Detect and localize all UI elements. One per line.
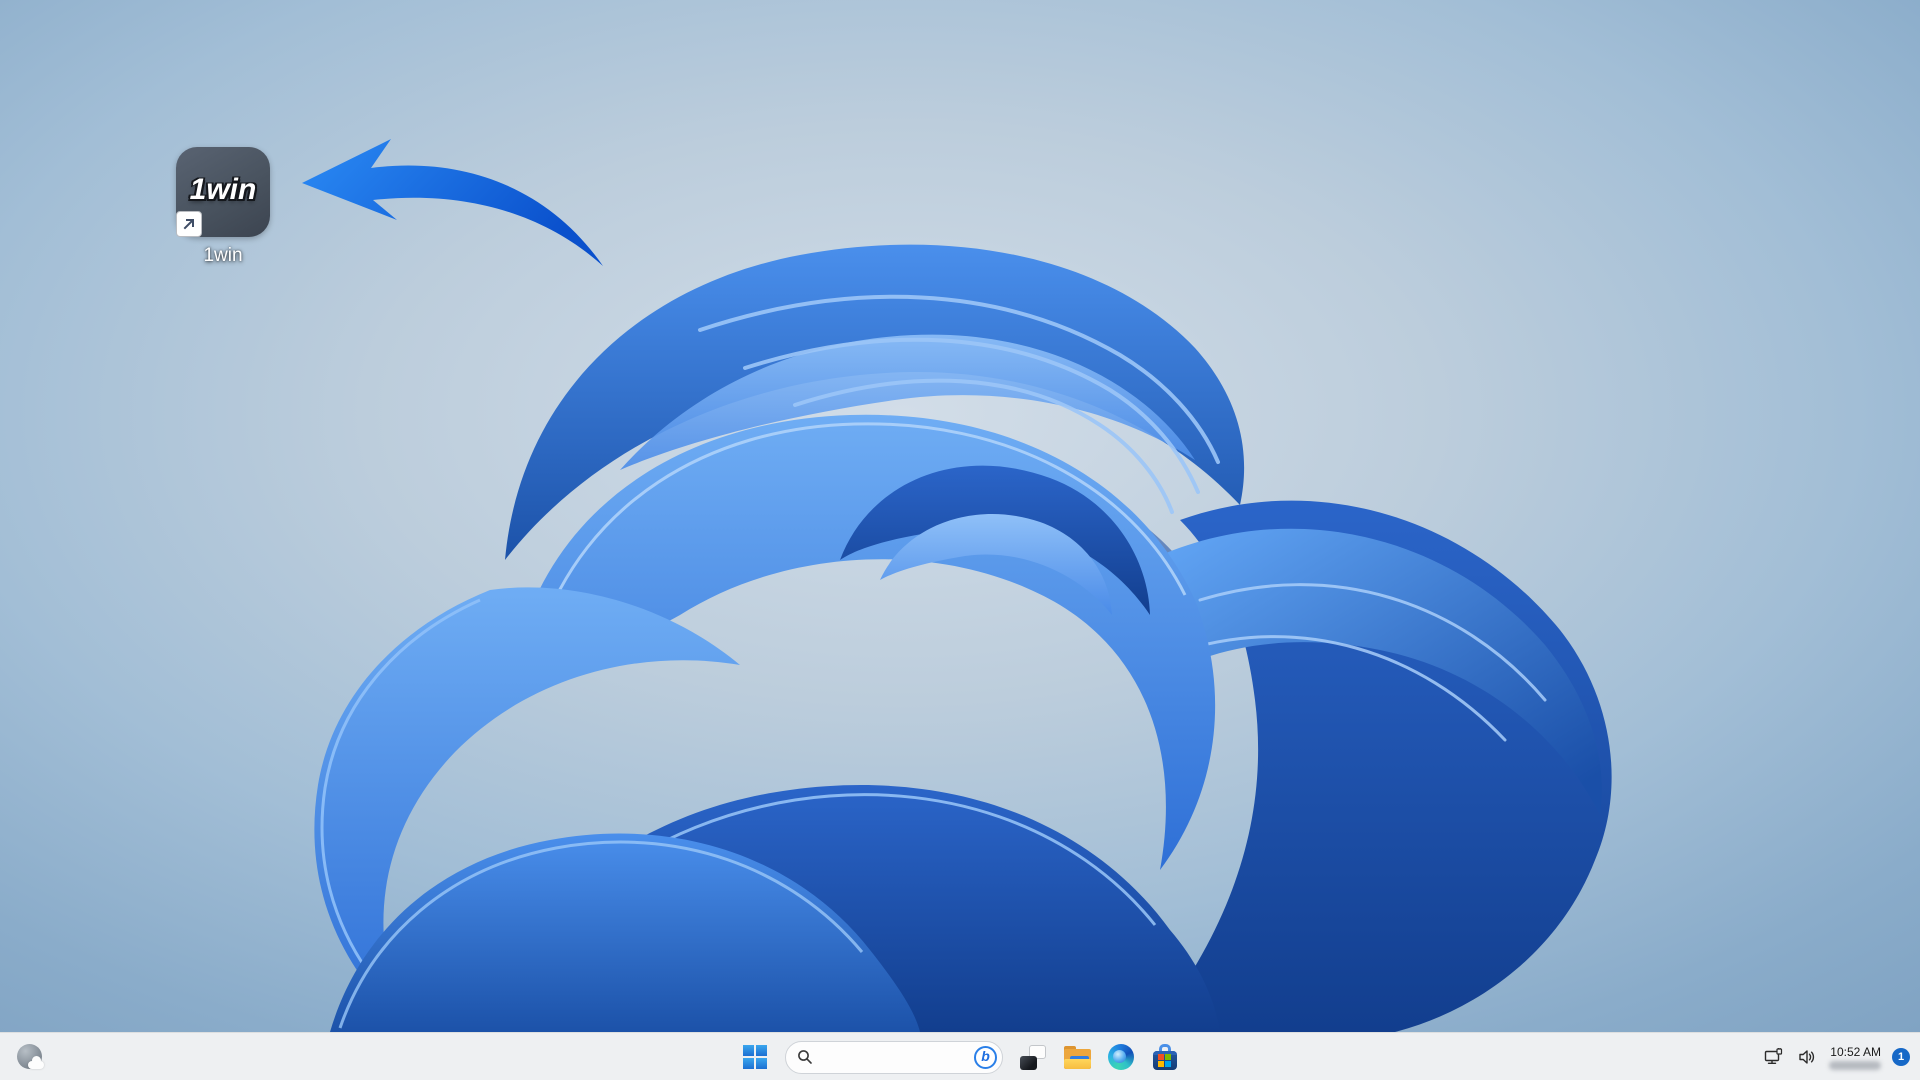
start-button[interactable] (735, 1037, 775, 1077)
store-icon (1153, 1044, 1177, 1070)
annotation-arrow-icon (294, 128, 614, 278)
edge-icon (1108, 1044, 1134, 1070)
task-view-icon (1020, 1045, 1046, 1070)
search-input[interactable]: b (785, 1041, 1003, 1074)
edge-button[interactable] (1101, 1037, 1141, 1077)
wallpaper-bloom (0, 0, 1920, 1032)
desktop[interactable]: 1win 1win (0, 0, 1920, 1032)
windows-logo-icon (743, 1045, 767, 1069)
file-explorer-button[interactable] (1057, 1037, 1097, 1077)
taskbar: b (0, 1032, 1920, 1080)
clock-time: 10:52 AM (1830, 1045, 1881, 1059)
weather-cloud-icon (17, 1044, 44, 1071)
1win-logo: 1win (190, 173, 257, 207)
shortcut-label: 1win (176, 245, 270, 267)
widgets-button[interactable] (10, 1037, 50, 1077)
search-icon (797, 1049, 813, 1065)
shortcut-arrow-overlay-icon (176, 211, 202, 237)
network-ethernet-icon[interactable] (1763, 1043, 1785, 1071)
notification-badge[interactable]: 1 (1892, 1048, 1910, 1066)
microsoft-store-button[interactable] (1145, 1037, 1185, 1077)
shortcut-tile[interactable]: 1win (176, 147, 270, 237)
bing-icon[interactable]: b (974, 1046, 997, 1069)
volume-icon[interactable] (1796, 1043, 1818, 1071)
folder-icon (1064, 1046, 1091, 1069)
clock[interactable]: 10:52 AM (1829, 1045, 1881, 1070)
clock-date-blurred (1829, 1061, 1881, 1070)
task-view-button[interactable] (1013, 1037, 1053, 1077)
desktop-shortcut-1win[interactable]: 1win 1win (176, 147, 270, 267)
